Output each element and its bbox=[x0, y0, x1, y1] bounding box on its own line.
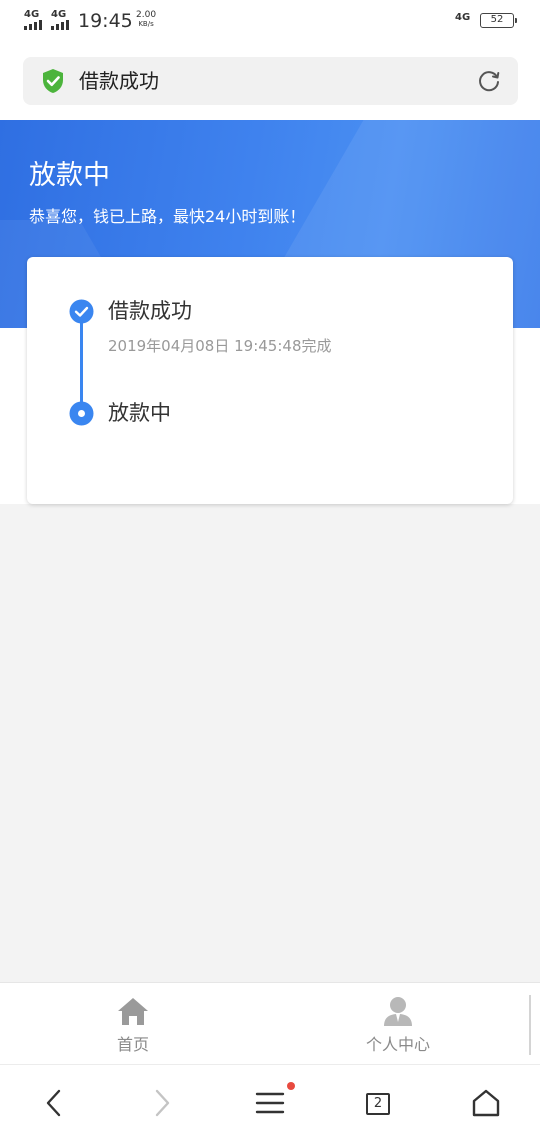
url-bar[interactable]: 借款成功 bbox=[23, 57, 518, 105]
forward-icon[interactable] bbox=[145, 1087, 177, 1119]
tab-bar: 首页 个人中心 bbox=[0, 982, 540, 1064]
network-label-2: 4G bbox=[51, 9, 67, 20]
home-icon[interactable] bbox=[470, 1087, 502, 1119]
hero-title: 放款中 bbox=[29, 160, 110, 191]
speed-unit: KB/s bbox=[138, 20, 154, 28]
battery-level: 52 bbox=[490, 14, 504, 25]
network-speed: 2.00 KB/s bbox=[136, 11, 156, 29]
tab-label-home: 首页 bbox=[116, 1035, 149, 1054]
browser-nav-bar: 2 bbox=[0, 1064, 540, 1140]
step-title-loan-success: 借款成功 bbox=[108, 299, 192, 323]
progress-card: 借款成功 2019年04月08日 19:45:48完成 放款中 bbox=[27, 257, 513, 504]
back-icon[interactable] bbox=[39, 1087, 71, 1119]
url-area: 借款成功 bbox=[0, 42, 540, 120]
notification-dot bbox=[287, 1082, 295, 1090]
network-label-3: 4G bbox=[455, 12, 471, 23]
shield-check-icon bbox=[43, 69, 63, 93]
tab-home[interactable]: 首页 bbox=[73, 995, 193, 1055]
tab-profile[interactable]: 个人中心 bbox=[338, 995, 458, 1055]
current-step-icon bbox=[69, 401, 94, 426]
speed-value: 2.00 bbox=[136, 10, 157, 20]
user-icon bbox=[384, 997, 412, 1026]
step-time: 2019年04月08日 19:45:48完成 bbox=[108, 337, 332, 355]
hero-subtitle: 恭喜您，钱已上路，最快24小时到账！ bbox=[29, 207, 306, 226]
signal-icon-2 bbox=[51, 20, 69, 30]
battery-icon: 52 bbox=[480, 13, 517, 28]
clock: 19:45 bbox=[78, 10, 133, 32]
home-icon bbox=[118, 998, 148, 1025]
step-title-disbursing: 放款中 bbox=[108, 401, 171, 425]
menu-icon[interactable] bbox=[254, 1087, 286, 1119]
network-label-1: 4G bbox=[24, 9, 40, 20]
status-bar: 4G 4G 19:45 2.00 KB/s 4G 52 bbox=[0, 0, 540, 42]
refresh-icon[interactable] bbox=[476, 68, 502, 94]
check-circle-icon bbox=[69, 299, 94, 324]
tabs-icon[interactable]: 2 bbox=[366, 1093, 390, 1115]
scrollbar bbox=[529, 995, 531, 1055]
step-connector bbox=[80, 323, 83, 403]
tab-label-profile: 个人中心 bbox=[365, 1035, 430, 1054]
page-title: 借款成功 bbox=[79, 69, 159, 93]
signal-icon-1 bbox=[24, 20, 42, 30]
